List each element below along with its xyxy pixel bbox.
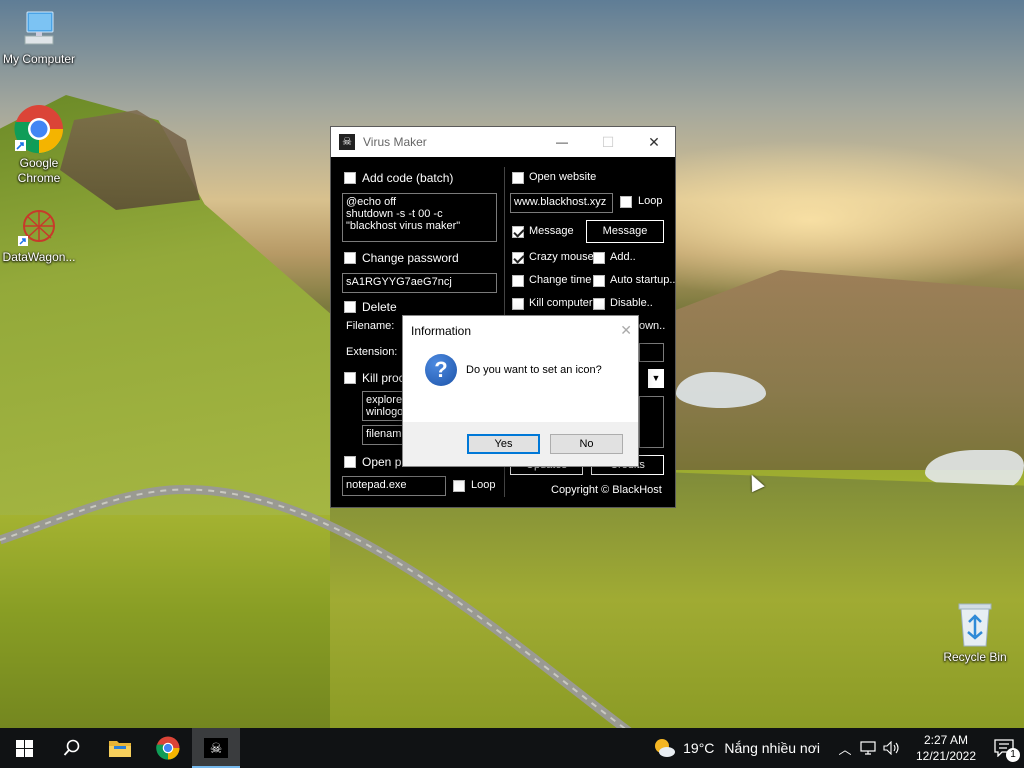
extension-label: Extension: [346,346,398,358]
virus-maker-taskbar-button[interactable]: ☠ [192,728,240,768]
open-website-label: Open website [529,171,597,183]
auto-startup-label: Auto startup.. [610,274,676,286]
website-input[interactable]: www.blackhost.xyz [510,193,613,213]
no-button[interactable]: No [550,434,623,454]
sun-cloud-icon [655,739,676,757]
website-loop-label: Loop [638,195,663,207]
partial-option-label: own.. [639,320,666,332]
message-label: Message [529,225,574,237]
chevron-up-icon[interactable]: ︿ [834,739,856,758]
program-input[interactable]: notepad.exe [342,476,446,496]
website-loop-checkbox[interactable] [620,196,632,208]
weather-description: Nắng nhiều nơi [724,740,820,756]
change-password-checkbox[interactable] [344,252,356,264]
volume-icon[interactable] [880,741,904,755]
desktop-icon-datawagon[interactable]: DataWagon... [0,208,78,265]
dialog-body: ? Do you want to set an icon? [403,346,638,424]
window-title: Virus Maker [363,135,427,149]
lake-right [925,450,1024,488]
minimize-button[interactable]: — [539,127,585,157]
dialog-message: Do you want to set an icon? [466,364,602,376]
pirate-flag-icon: ☠ [204,738,228,758]
change-time-checkbox[interactable] [512,275,524,287]
pirate-flag-icon: ☠ [339,134,355,150]
delete-label: Delete [362,300,397,314]
chrome-icon [14,104,64,154]
password-input[interactable]: sA1RGYYG7aeG7ncj [342,273,497,293]
add-code-checkbox[interactable] [344,172,356,184]
program-loop-label: Loop [471,479,496,491]
chrome-taskbar-button[interactable] [144,728,192,768]
batch-code-textarea[interactable]: @echo off shutdown -s -t 00 -c "blackhos… [342,193,497,242]
taskbar: ☠ 19°C Nắng nhiều nơi ︿ 2:27 AM 12/21/20… [0,728,1024,768]
folder-icon [109,741,131,757]
kill-computer-label: Kill computer [529,297,593,309]
crazy-mouse-checkbox[interactable] [512,252,524,264]
windows-logo-icon [15,739,33,757]
copyright-text: Copyright © BlackHost [551,484,662,496]
filename-label: Filename: [346,320,395,332]
recycle-bin-icon [955,600,995,648]
weather-temperature: 19°C [683,740,715,756]
question-icon: ? [425,354,457,386]
program-loop-checkbox[interactable] [453,480,465,492]
delete-checkbox[interactable] [344,301,356,313]
notification-badge: 1 [1006,748,1020,762]
open-website-checkbox[interactable] [512,172,524,184]
right-input-partial[interactable] [639,343,664,362]
desktop-icon-label: DataWagon... [2,250,76,264]
information-dialog: Information ✕ ? Do you want to set an ic… [402,315,639,467]
desktop-icon-label: My Computer [2,52,76,66]
disable-checkbox[interactable] [593,298,605,310]
auto-startup-checkbox[interactable] [593,275,605,287]
change-time-label: Change time [529,274,592,286]
start-button[interactable] [0,728,48,768]
close-button[interactable]: ✕ [631,127,677,157]
right-textarea-partial[interactable] [639,396,664,448]
add-label: Add.. [610,251,636,263]
notification-center-button[interactable]: 1 [984,739,1024,762]
dialog-button-bar: Yes No [403,422,638,466]
search-icon [63,739,80,756]
maximize-button[interactable]: ☐ [585,127,631,157]
kill-process-checkbox[interactable] [344,372,356,384]
add-checkbox[interactable] [593,252,605,264]
file-explorer-button[interactable] [96,728,144,768]
clock[interactable]: 2:27 AM 12/21/2022 [908,732,984,764]
valley [330,470,1024,730]
desktop-icon-google-chrome[interactable]: Google Chrome [0,104,78,186]
open-program-checkbox[interactable] [344,456,356,468]
change-password-label: Change password [362,251,459,265]
desktop-icon-recycle-bin[interactable]: Recycle Bin [936,600,1014,665]
weather-widget[interactable]: 19°C Nắng nhiều nơi [652,737,820,759]
window-titlebar[interactable]: ☠ Virus Maker — ☐ ✕ [331,127,675,157]
message-button[interactable]: Message [586,220,664,243]
kill-computer-checkbox[interactable] [512,298,524,310]
system-tray: 19°C Nắng nhiều nơi ︿ 2:27 AM 12/21/2022… [652,728,1024,768]
clock-date: 12/21/2022 [915,749,977,763]
dialog-close-icon[interactable]: ✕ [620,322,632,339]
clock-time: 2:27 AM [923,733,969,747]
computer-icon [21,10,57,50]
desktop-icon-my-computer[interactable]: My Computer [0,10,78,67]
crazy-mouse-label: Crazy mouse [529,251,594,263]
desktop-icon-label: Recycle Bin [943,650,1007,664]
desktop-icon-label: Google Chrome [17,156,61,185]
disable-label: Disable.. [610,297,653,309]
datawagon-icon [17,208,61,248]
background-ridge [676,270,1024,470]
network-icon[interactable] [856,741,880,755]
chrome-icon [156,736,180,760]
dropdown-arrow-button[interactable]: ▼ [648,369,664,388]
yes-button[interactable]: Yes [467,434,540,454]
search-button[interactable] [48,728,96,768]
message-checkbox[interactable] [512,226,524,238]
dialog-title: Information [411,324,472,338]
add-code-label: Add code (batch) [362,171,454,185]
